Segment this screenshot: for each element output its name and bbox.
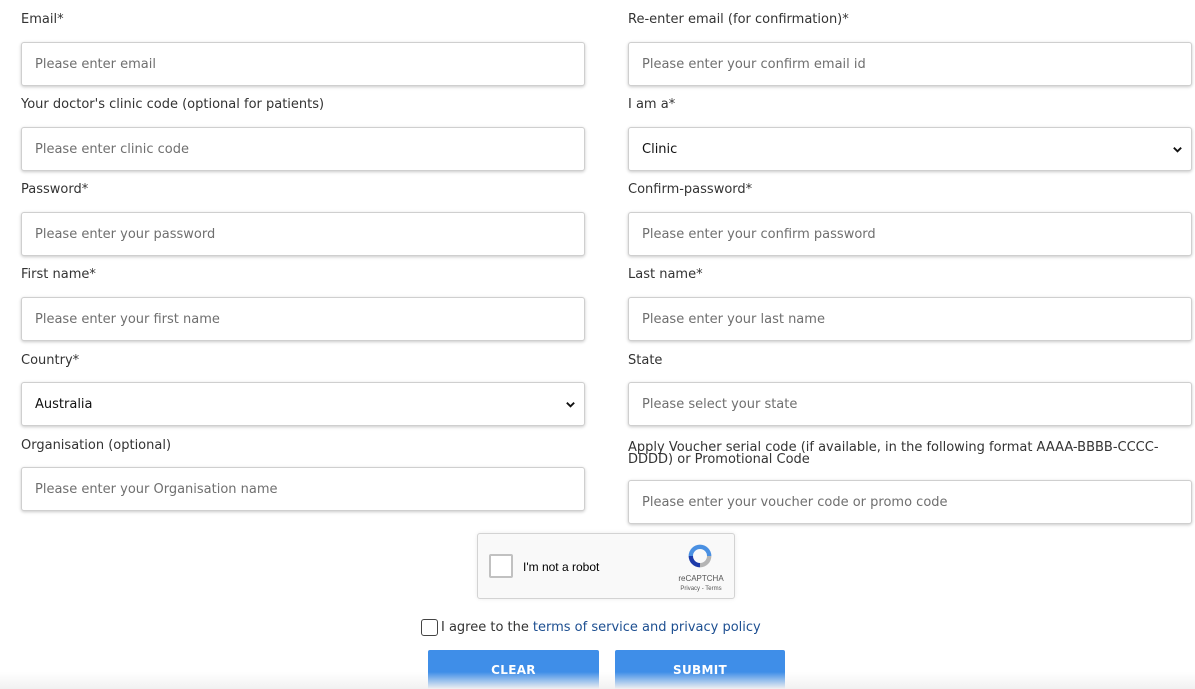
recaptcha-label: I'm not a robot (523, 560, 600, 574)
chevron-down-icon (566, 401, 575, 408)
last-name-label: Last name* (628, 267, 703, 282)
last-name-input[interactable] (642, 298, 1191, 340)
clear-button[interactable]: CLEAR (428, 650, 599, 689)
country-label: Country* (21, 353, 80, 368)
recaptcha-links[interactable]: Privacy - Terms (674, 586, 728, 592)
organisation-label: Organisation (optional) (21, 438, 172, 453)
role-select[interactable]: Clinic (628, 127, 1192, 171)
role-label: I am a* (628, 97, 676, 112)
recaptcha-brand: reCAPTCHA (678, 574, 724, 583)
recaptcha-widget: I'm not a robot reCAPTCHA Privacy - Term… (477, 533, 735, 599)
clinic-code-label: Your doctor's clinic code (optional for … (21, 97, 325, 112)
confirm-password-field[interactable] (628, 212, 1192, 256)
voucher-field[interactable] (628, 480, 1192, 524)
country-select[interactable]: Australia (21, 382, 585, 426)
last-name-field[interactable] (628, 297, 1192, 341)
recaptcha-checkbox[interactable] (489, 554, 513, 578)
password-field[interactable] (21, 212, 585, 256)
recaptcha-logo-icon (688, 544, 712, 568)
email-label: Email* (21, 12, 64, 27)
clinic-code-input[interactable] (35, 128, 584, 170)
terms-agreement: I agree to the terms of service and priv… (421, 619, 761, 636)
password-label: Password* (21, 182, 89, 197)
confirm-email-label: Re-enter email (for confirmation)* (628, 12, 849, 27)
state-label: State (628, 353, 663, 368)
organisation-input[interactable] (35, 468, 584, 510)
email-field[interactable] (21, 42, 585, 86)
state-field[interactable] (628, 382, 1192, 426)
voucher-label: Apply Voucher serial code (if available,… (628, 440, 1159, 467)
first-name-field[interactable] (21, 297, 585, 341)
clinic-code-field[interactable] (21, 127, 585, 171)
first-name-label: First name* (21, 267, 96, 282)
voucher-input[interactable] (642, 481, 1191, 523)
confirm-email-field[interactable] (628, 42, 1192, 86)
state-input[interactable] (642, 383, 1191, 425)
confirm-password-label: Confirm-password* (628, 182, 753, 197)
first-name-input[interactable] (35, 298, 584, 340)
submit-button[interactable]: SUBMIT (615, 650, 785, 689)
confirm-password-input[interactable] (642, 213, 1191, 255)
email-input[interactable] (35, 43, 584, 85)
confirm-email-input[interactable] (642, 43, 1191, 85)
organisation-field[interactable] (21, 467, 585, 511)
role-select-value: Clinic (642, 141, 678, 157)
country-select-value: Australia (35, 396, 93, 412)
chevron-down-icon (1173, 146, 1182, 153)
terms-checkbox[interactable] (421, 619, 438, 636)
password-input[interactable] (35, 213, 584, 255)
terms-link[interactable]: terms of service and privacy policy (533, 620, 761, 635)
terms-prefix: I agree to the (441, 620, 529, 635)
